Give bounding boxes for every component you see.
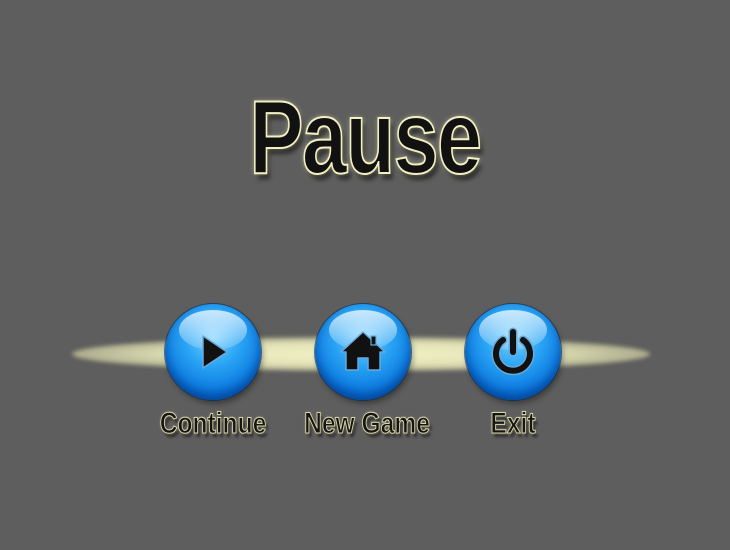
play-icon	[202, 335, 228, 369]
exit-label[interactable]: Exit	[439, 404, 587, 444]
pause-screen: Pause Continue New Game Exit	[0, 0, 730, 550]
continue-button[interactable]	[165, 304, 261, 400]
new-game-button[interactable]	[315, 304, 411, 400]
continue-label[interactable]: Continue	[139, 404, 287, 444]
home-icon	[340, 331, 386, 371]
exit-button[interactable]	[465, 304, 561, 400]
power-icon	[491, 327, 535, 376]
pause-title: Pause	[249, 79, 483, 197]
new-game-label[interactable]: New Game	[293, 404, 441, 444]
